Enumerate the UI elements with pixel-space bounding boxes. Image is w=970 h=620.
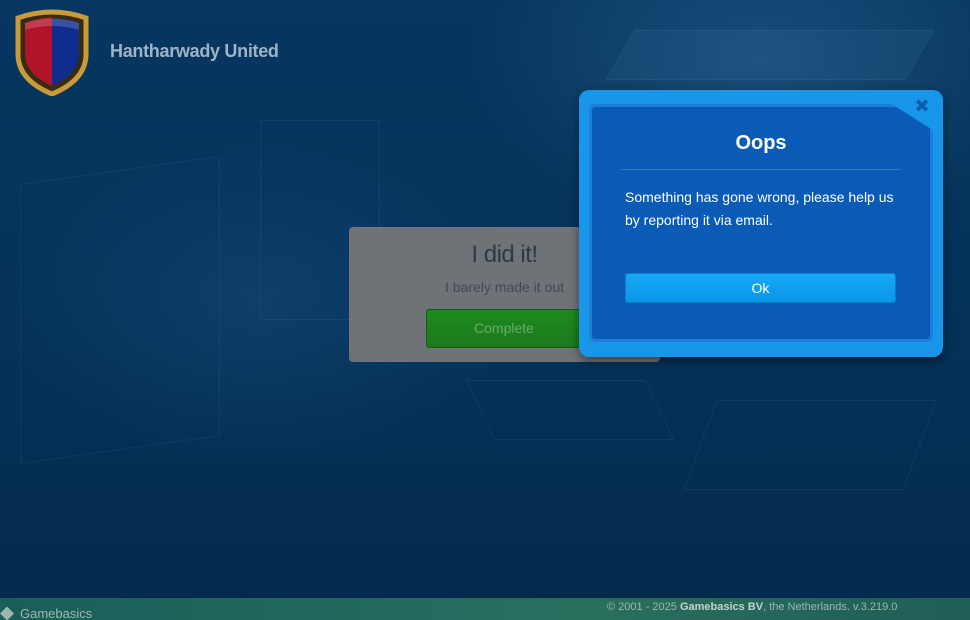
club-crest-icon[interactable]	[10, 8, 94, 97]
gamebasics-logo-icon	[0, 606, 14, 620]
ok-button[interactable]: Ok	[625, 273, 896, 303]
dialog-message: Something has gone wrong, please help us…	[625, 189, 894, 228]
bg-shape	[466, 380, 674, 440]
footer-copyright: © 2001 - 2025 Gamebasics BV, the Netherl…	[607, 601, 897, 613]
footer: Gamebasics © 2001 - 2025 Gamebasics BV, …	[0, 598, 970, 620]
footer-brand: Gamebasics	[20, 606, 93, 620]
bg-shape	[605, 30, 935, 80]
company-name[interactable]: Gamebasics BV	[680, 601, 763, 613]
footer-logo[interactable]: Gamebasics	[0, 606, 92, 620]
bg-shape	[20, 155, 220, 465]
copyright-suffix: , the Netherlands. v.3.219.0	[763, 601, 898, 613]
club-header: Hantharwady United	[10, 8, 279, 97]
copyright-prefix: © 2001 - 2025	[607, 601, 680, 613]
dialog-title: Oops	[735, 132, 787, 154]
dialog-divider	[621, 169, 901, 170]
bg-shape	[683, 400, 937, 490]
error-dialog: ✖ Oops Something has gone wrong, please …	[579, 90, 943, 357]
club-name: Hantharwady United	[110, 40, 279, 61]
close-icon[interactable]: ✖	[913, 98, 931, 116]
complete-button[interactable]: Complete	[426, 309, 582, 348]
